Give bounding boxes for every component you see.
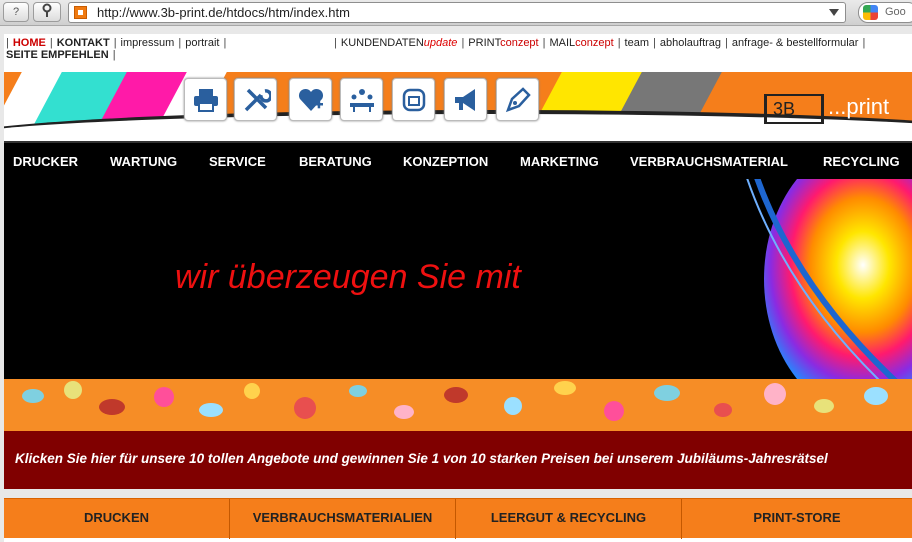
promo-banner[interactable]: Klicken Sie hier für unsere 10 tollen An… bbox=[4, 431, 912, 489]
pen-nib-icon[interactable] bbox=[496, 78, 539, 121]
mainnav-konzeption[interactable]: KONZEPTION bbox=[403, 154, 488, 169]
top-navigation: | HOME | KONTAKT | impressum | portrait | | KUNDE… bbox=[4, 34, 912, 70]
topnav-home[interactable]: HOME bbox=[13, 37, 46, 49]
topnav-right: | KUNDENDATENupdate | PRINTconzept | MAILconz… bbox=[334, 37, 866, 49]
topnav-kundendaten[interactable]: KUNDENDATENupdate bbox=[341, 37, 458, 49]
key-icon bbox=[42, 3, 52, 17]
topnav-impressum[interactable]: impressum bbox=[121, 37, 175, 49]
chevron-down-icon[interactable] bbox=[829, 9, 839, 16]
mainnav-wartung[interactable]: WARTUNG bbox=[110, 154, 177, 169]
mainnav-marketing[interactable]: MARKETING bbox=[520, 154, 599, 169]
topnav-anfrage[interactable]: anfrage- & bestellformular bbox=[732, 37, 859, 49]
topnav-seite-empfehlen[interactable]: SEITE EMPFEHLEN bbox=[6, 49, 109, 61]
bottomnav-print-store[interactable]: PRINT-STORE bbox=[682, 499, 912, 539]
mainnav-recycling[interactable]: RECYCLING bbox=[823, 154, 900, 169]
favicon-icon bbox=[74, 6, 87, 19]
heart-plus-icon[interactable] bbox=[289, 78, 332, 121]
confetti-strip bbox=[4, 379, 912, 431]
bottomnav-leergut-recycling[interactable]: LEERGUT & RECYCLING bbox=[456, 499, 682, 539]
logo-box: 3B bbox=[764, 94, 824, 124]
logo-text: ...print bbox=[828, 94, 890, 119]
topnav-mailconzept[interactable]: MAILconzept bbox=[549, 37, 613, 49]
web-page: | HOME | KONTAKT | impressum | portrait | | KUNDE… bbox=[4, 34, 912, 542]
hero-banner: wir überzeugen Sie mit bbox=[4, 179, 912, 379]
topnav-portrait[interactable]: portrait bbox=[185, 37, 219, 49]
spacer bbox=[4, 489, 912, 498]
mainnav-verbrauchsmaterial[interactable]: VERBRAUCHSMATERIAL bbox=[630, 154, 788, 169]
printer-icon[interactable] bbox=[184, 78, 227, 121]
hero-headline: wir überzeugen Sie mit bbox=[175, 258, 521, 296]
company-logo[interactable]: 3B ...print bbox=[764, 90, 904, 126]
main-navigation: DRUCKER WARTUNG SERVICE BERATUNG KONZEPT… bbox=[4, 141, 912, 179]
topnav-abholauftrag[interactable]: abholauftrag bbox=[660, 37, 721, 49]
document-icon[interactable] bbox=[392, 78, 435, 121]
tools-icon[interactable] bbox=[234, 78, 277, 121]
topnav-kontakt[interactable]: KONTAKT bbox=[57, 37, 110, 49]
mainnav-service[interactable]: SERVICE bbox=[209, 154, 266, 169]
mail-suffix: conzept bbox=[575, 37, 614, 49]
back-button[interactable]: ? bbox=[3, 2, 29, 22]
mail-label: MAIL bbox=[549, 37, 576, 49]
kundendaten-suffix: update bbox=[423, 37, 458, 49]
meeting-icon[interactable] bbox=[340, 78, 383, 121]
topnav-row2: SEITE EMPFEHLEN | bbox=[6, 49, 116, 61]
topnav-printconzept[interactable]: PRINTconzept bbox=[468, 37, 538, 49]
bottomnav-drucken[interactable]: DRUCKEN bbox=[4, 499, 230, 539]
kundendaten-label: KUNDENDATEN bbox=[340, 37, 424, 49]
topnav-team[interactable]: team bbox=[625, 37, 649, 49]
print-suffix: conzept bbox=[500, 37, 539, 49]
search-input[interactable]: Goo bbox=[858, 2, 912, 23]
print-label: PRINT bbox=[468, 37, 501, 49]
url-text: http://www.3b-print.de/htdocs/htm/index.… bbox=[97, 5, 350, 20]
rainbow-burst-graphic bbox=[746, 179, 912, 379]
browser-toolbar: ? http://www.3b-print.de/htdocs/htm/inde… bbox=[0, 0, 912, 26]
mainnav-drucker[interactable]: DRUCKER bbox=[13, 154, 78, 169]
google-icon bbox=[863, 5, 878, 20]
promo-text: Klicken Sie hier für unsere 10 tollen An… bbox=[15, 451, 828, 466]
header-banner: 3B ...print bbox=[4, 72, 912, 139]
mainnav-beratung[interactable]: BERATUNG bbox=[299, 154, 372, 169]
address-bar[interactable]: http://www.3b-print.de/htdocs/htm/index.… bbox=[68, 2, 846, 23]
search-placeholder: Goo bbox=[885, 6, 906, 18]
megaphone-icon[interactable] bbox=[444, 78, 487, 121]
bottom-navigation: DRUCKEN VERBRAUCHSMATERIALIEN LEERGUT & … bbox=[4, 498, 912, 539]
bottomnav-verbrauchsmaterialien[interactable]: VERBRAUCHSMATERIALIEN bbox=[230, 499, 456, 539]
site-info-button[interactable] bbox=[33, 2, 61, 22]
